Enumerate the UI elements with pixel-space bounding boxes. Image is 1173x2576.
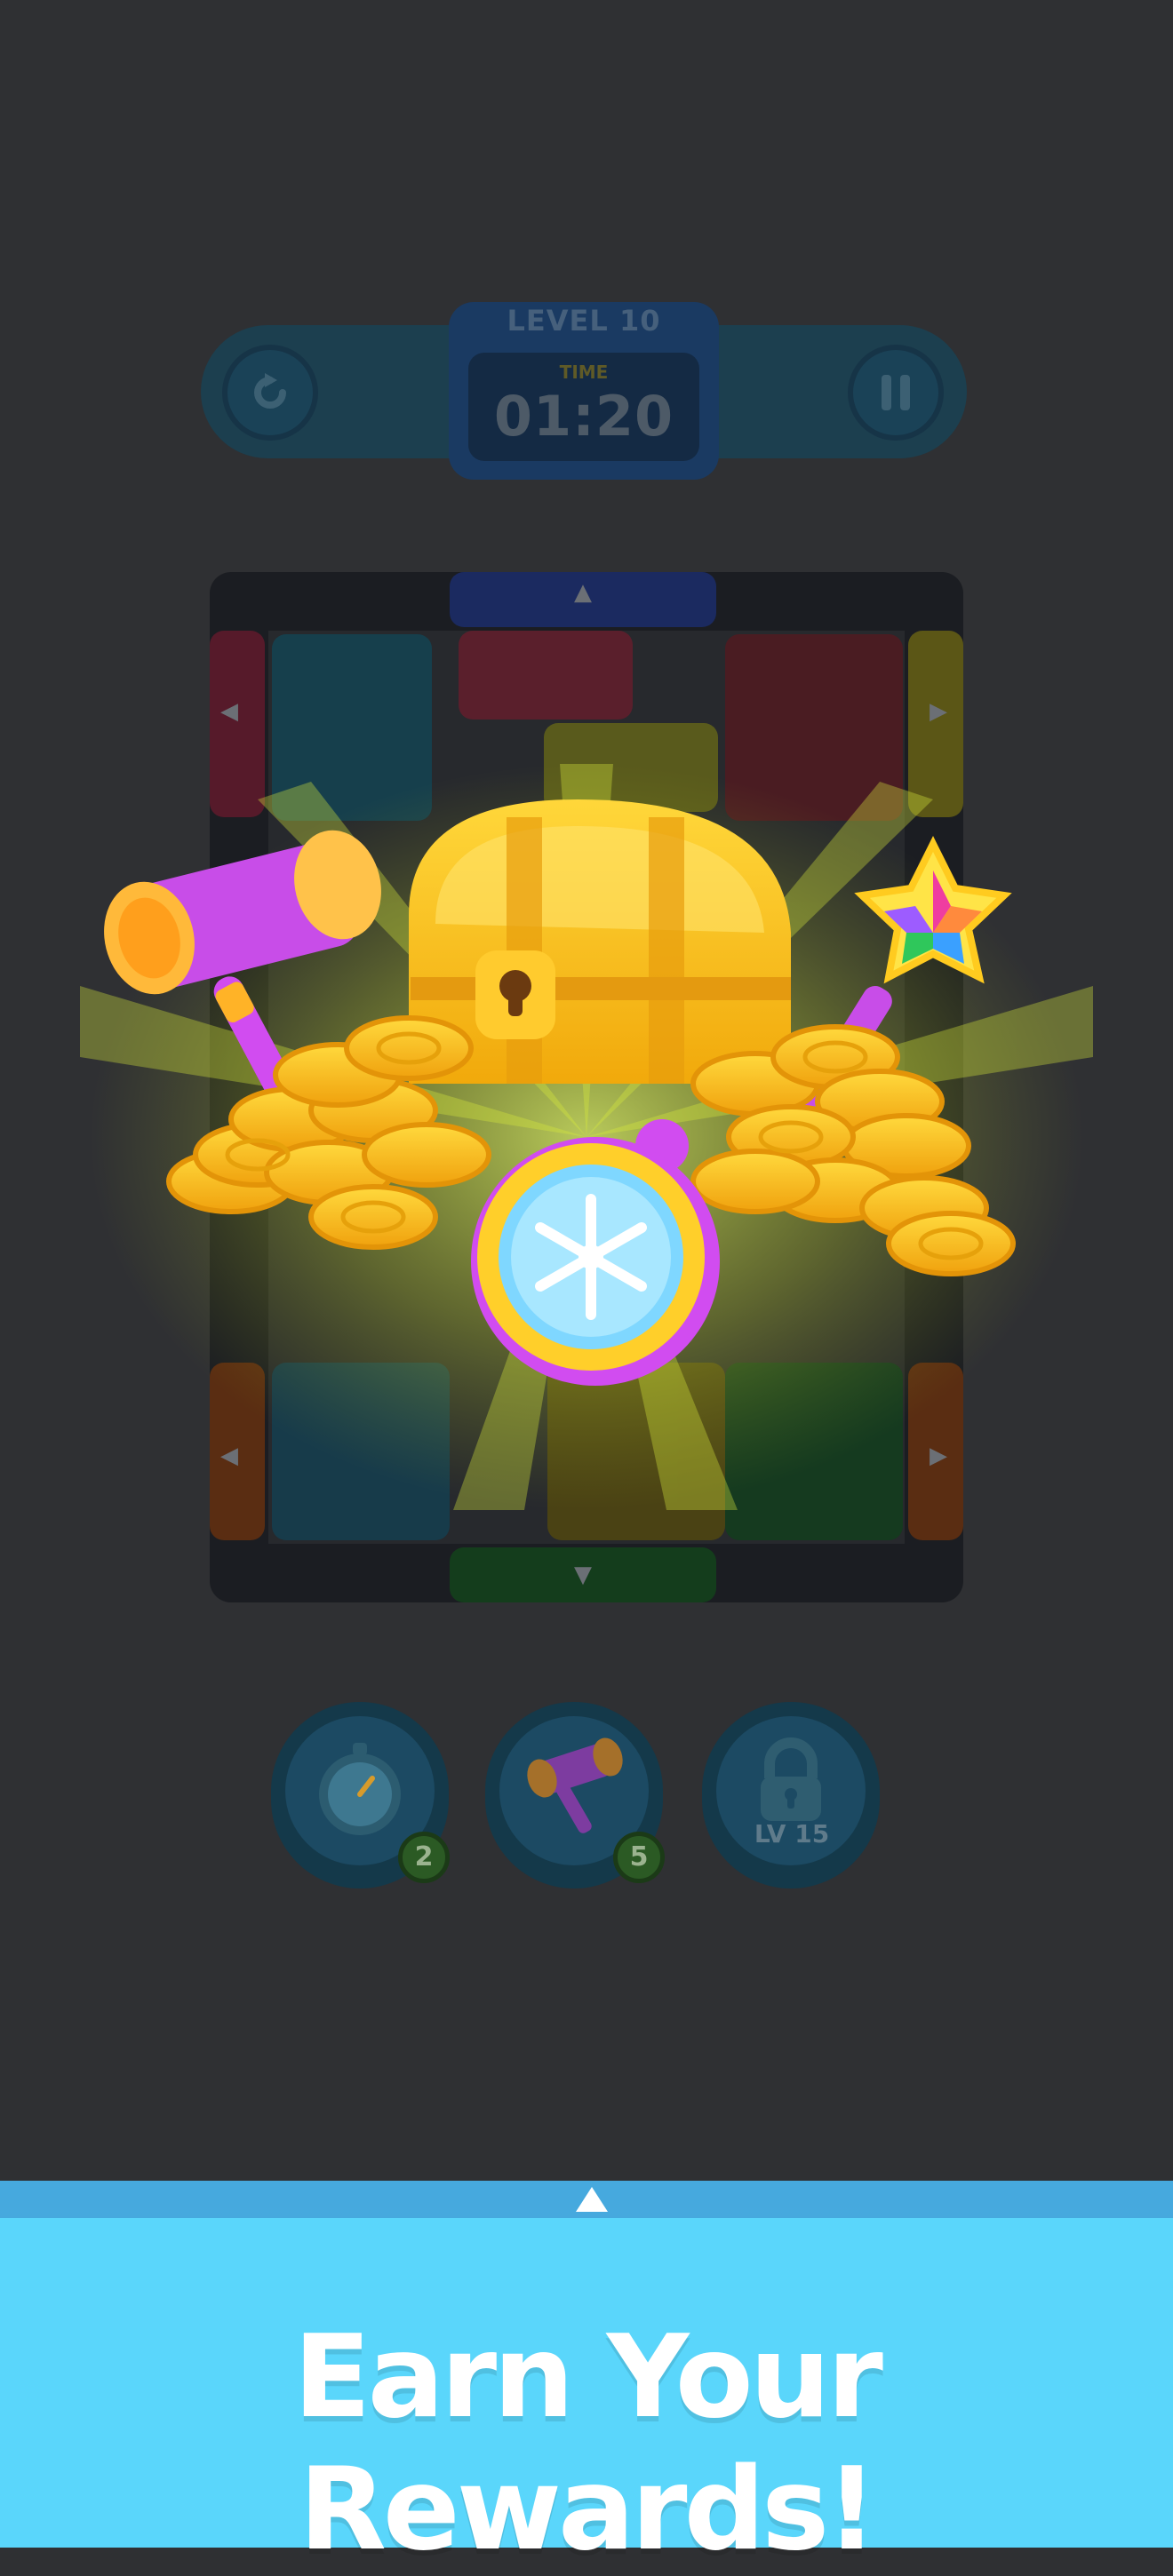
arrow-down-indicator: ▼	[574, 1562, 592, 1588]
powerup-freeze-count: 2	[398, 1832, 450, 1883]
powerup-hammer-count: 5	[613, 1832, 665, 1883]
arrow-up-indicator: ▲	[574, 579, 592, 606]
puzzle-block-red[interactable]	[459, 631, 633, 720]
reward-illustration	[80, 764, 1093, 1510]
arrow-left-indicator: ◀	[220, 698, 238, 725]
level-label: LEVEL 10	[507, 304, 661, 338]
banner-headline: Earn Your Rewards!	[293, 2311, 883, 2576]
game-screen: LEVEL 10 TIME 01:20 ▲ ▼ ◀ ▶ ◀ ▶ 2 5 LV 1…	[0, 0, 1173, 2181]
time-value: 01:20	[493, 384, 674, 449]
banner-pointer-icon	[576, 2187, 608, 2212]
pause-button[interactable]	[848, 345, 944, 441]
restart-button[interactable]	[222, 345, 318, 441]
arrow-right-indicator: ▶	[930, 698, 947, 725]
pause-icon	[882, 375, 910, 410]
restart-icon	[254, 373, 286, 409]
powerup-locked-level: LV 15	[754, 1819, 830, 1849]
powerup-locked[interactable]	[702, 1702, 880, 1888]
time-label: TIME	[559, 362, 609, 383]
